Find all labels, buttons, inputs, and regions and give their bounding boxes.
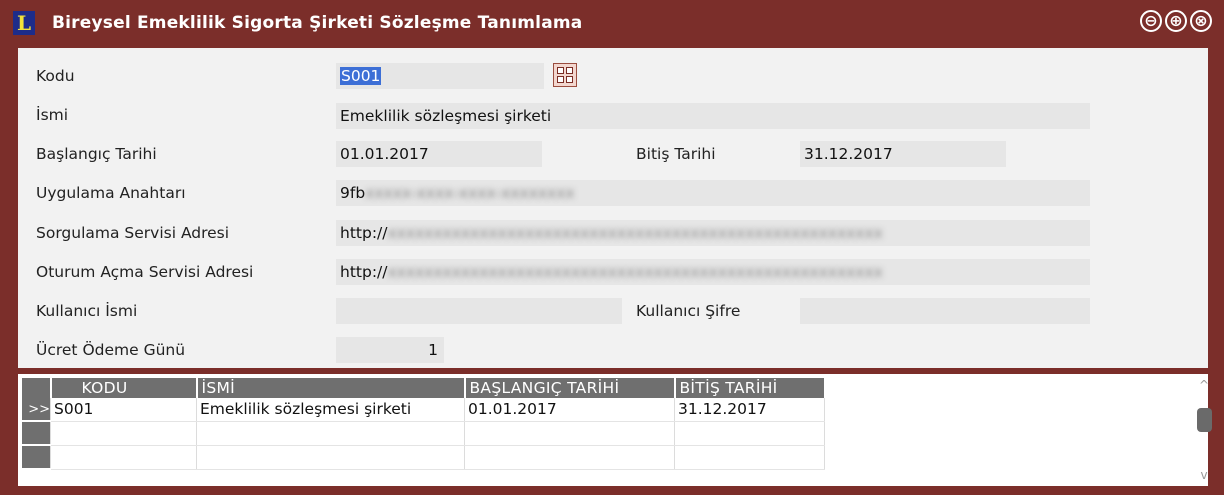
minimize-icon[interactable]: ⊖ bbox=[1140, 10, 1162, 32]
sorgulama-value: http:// bbox=[340, 224, 388, 242]
baslangic-label: Başlangıç Tarihi bbox=[36, 145, 157, 163]
column-header-isim[interactable]: İSMİ bbox=[196, 378, 466, 398]
ucret-label: Ücret Ödeme Günü bbox=[36, 341, 186, 359]
records-table: KODU İSMİ BAŞLANGIÇ TARİHİ BİTİŞ TARİHİ … bbox=[22, 378, 826, 470]
column-header-baslangic[interactable]: BAŞLANGIÇ TARİHİ bbox=[464, 378, 676, 398]
column-header-bitis[interactable]: BİTİŞ TARİHİ bbox=[674, 378, 826, 398]
isim-label: İsmi bbox=[36, 106, 69, 124]
lookup-icon[interactable] bbox=[553, 63, 577, 87]
cell-isim: Emeklilik sözleşmesi şirketi bbox=[196, 398, 465, 422]
row-indicator bbox=[22, 445, 51, 470]
scrollbar-thumb[interactable] bbox=[1197, 408, 1212, 432]
table-row[interactable] bbox=[22, 445, 825, 470]
redacted-text: xxxxxxxxxxxxxxxxxxxxxxxxxxxxxxxxxxxxxxxx… bbox=[387, 224, 883, 242]
grid-indicator-header bbox=[22, 378, 52, 398]
records-grid: KODU İSMİ BAŞLANGIÇ TARİHİ BİTİŞ TARİHİ … bbox=[18, 374, 1208, 486]
kodu-value: S001 bbox=[340, 67, 382, 85]
sifre-field[interactable] bbox=[800, 298, 1090, 324]
bitis-label: Bitiş Tarihi bbox=[636, 145, 716, 163]
anahtar-field[interactable]: 9fbxxxxx-xxxx-xxxx-xxxxxxxx bbox=[336, 180, 1090, 206]
grid-header-row: KODU İSMİ BAŞLANGIÇ TARİHİ BİTİŞ TARİHİ bbox=[22, 378, 826, 398]
maximize-icon[interactable]: ⊕ bbox=[1165, 10, 1187, 32]
cell-kodu: S001 bbox=[50, 398, 197, 422]
kodu-label: Kodu bbox=[36, 67, 75, 85]
grid-scrollbar[interactable]: ^ v bbox=[1194, 378, 1214, 482]
table-row[interactable]: >> S001 Emeklilik sözleşmesi şirketi 01.… bbox=[22, 398, 825, 422]
cell-bitis: 31.12.2017 bbox=[674, 398, 825, 422]
redacted-text: xxxxx-xxxx-xxxx-xxxxxxxx bbox=[365, 184, 575, 202]
window-title: Bireysel Emeklilik Sigorta Şirketi Sözle… bbox=[52, 13, 583, 33]
kullanici-label: Kullanıcı İsmi bbox=[36, 302, 138, 320]
kullanici-field[interactable] bbox=[336, 298, 622, 324]
baslangic-field[interactable]: 01.01.2017 bbox=[336, 141, 542, 167]
row-indicator bbox=[22, 421, 51, 446]
title-bar[interactable]: L Bireysel Emeklilik Sigorta Şirketi Söz… bbox=[0, 0, 1224, 46]
redacted-text: xxxxxxxxxxxxxxxxxxxxxxxxxxxxxxxxxxxxxxxx… bbox=[387, 263, 883, 281]
sorgulama-label: Sorgulama Servisi Adresi bbox=[36, 224, 230, 242]
row-indicator: >> bbox=[22, 398, 51, 422]
app-logo-icon: L bbox=[13, 11, 35, 35]
oturum-field[interactable]: http://xxxxxxxxxxxxxxxxxxxxxxxxxxxxxxxxx… bbox=[336, 259, 1090, 285]
app-window: L Bireysel Emeklilik Sigorta Şirketi Söz… bbox=[0, 0, 1224, 495]
oturum-label: Oturum Açma Servisi Adresi bbox=[36, 263, 254, 281]
window-controls: ⊖ ⊕ ⊗ bbox=[1140, 10, 1212, 32]
column-header-kodu[interactable]: KODU bbox=[50, 378, 198, 398]
ucret-field[interactable]: 1 bbox=[336, 337, 444, 363]
oturum-value: http:// bbox=[340, 263, 388, 281]
sifre-label: Kullanıcı Şifre bbox=[636, 302, 741, 320]
scroll-up-icon[interactable]: ^ bbox=[1194, 378, 1214, 392]
kodu-field[interactable]: S001 bbox=[336, 63, 544, 89]
anahtar-value: 9fb bbox=[340, 184, 366, 202]
isim-field[interactable]: Emeklilik sözleşmesi şirketi bbox=[336, 103, 1090, 129]
bitis-field[interactable]: 31.12.2017 bbox=[800, 141, 1006, 167]
anahtar-label: Uygulama Anahtarı bbox=[36, 184, 186, 202]
sorgulama-field[interactable]: http://xxxxxxxxxxxxxxxxxxxxxxxxxxxxxxxxx… bbox=[336, 220, 1090, 246]
cell-baslangic: 01.01.2017 bbox=[464, 398, 675, 422]
scroll-down-icon[interactable]: v bbox=[1194, 468, 1214, 482]
close-icon[interactable]: ⊗ bbox=[1190, 10, 1212, 32]
table-row[interactable] bbox=[22, 421, 825, 446]
